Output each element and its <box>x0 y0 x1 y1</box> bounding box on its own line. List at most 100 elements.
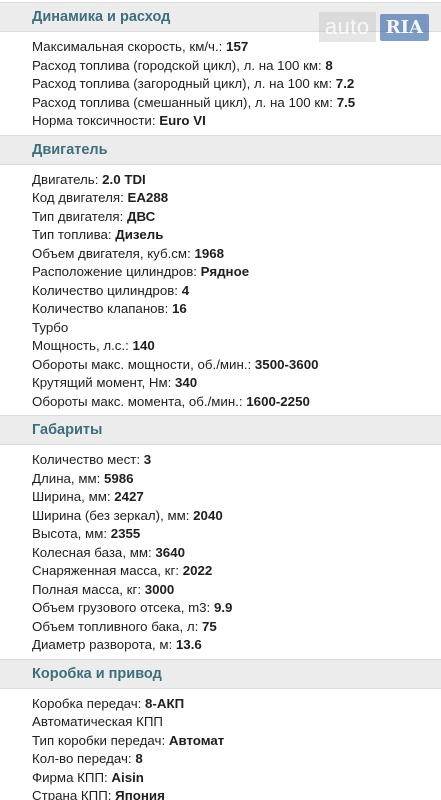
spec-row: Код двигателя: EA288 <box>0 189 441 208</box>
spec-row: Полная масса, кг: 3000 <box>0 581 441 600</box>
spec-value: 7.5 <box>336 94 356 110</box>
spec-row: Крутящий момент, Нм: 340 <box>0 374 441 393</box>
spec-value: 1968 <box>194 245 225 261</box>
spec-value: 2.0 TDI <box>102 171 146 187</box>
spec-row: Объем двигателя, куб.см: 1968 <box>0 245 441 264</box>
spec-label: Количество клапанов: <box>32 301 173 316</box>
spec-label: Диаметр разворота, м: <box>32 637 176 652</box>
spec-label: Автоматическая КПП <box>32 714 163 729</box>
spec-value: 8-АКП <box>145 695 185 711</box>
spec-row: Обороты макс. момента, об./мин.: 1600-22… <box>0 393 441 412</box>
spec-value: 9.9 <box>213 600 233 615</box>
spec-row: Страна КПП: Япония <box>0 787 441 800</box>
spec-row: Фирма КПП: Aisin <box>0 769 441 788</box>
spec-row: Расход топлива (загородный цикл), л. на … <box>0 75 441 94</box>
spec-row: Объем грузового отсека, m3: 9.9 <box>0 599 441 618</box>
spec-value: 8 <box>135 751 143 766</box>
spec-label: Двигатель: <box>32 171 103 187</box>
spec-row: Турбо <box>0 319 441 338</box>
autoria-watermark: auto RIA <box>318 12 429 42</box>
spec-value: 3640 <box>155 544 185 560</box>
spec-label: Код двигателя: <box>32 190 128 205</box>
spec-value: 340 <box>174 375 198 390</box>
spec-label: Крутящий момент, Нм: <box>32 375 175 390</box>
spec-row: Ширина (без зеркал), мм: 2040 <box>0 507 441 526</box>
spec-row: Количество цилиндров: 4 <box>0 282 441 301</box>
spec-row: Коробка передач: 8-АКП <box>0 695 441 714</box>
spec-row: Тип двигателя: ДВС <box>0 208 441 227</box>
spec-row: Тип топлива: Дизель <box>0 226 441 245</box>
spec-label: Расход топлива (городской цикл), л. на 1… <box>32 57 326 73</box>
spec-label: Коробка передач: <box>32 695 146 711</box>
spec-label: Расход топлива (смешанный цикл), л. на 1… <box>32 94 337 110</box>
spec-row: Количество мест: 3 <box>0 451 441 470</box>
spec-label: Ширина, мм: <box>32 489 115 504</box>
spec-row: Расход топлива (смешанный цикл), л. на 1… <box>0 94 441 113</box>
spec-row: Двигатель: 2.0 TDI <box>0 171 441 190</box>
spec-row: Снаряженная масса, кг: 2022 <box>0 562 441 581</box>
spec-value: 3500-3600 <box>254 356 319 372</box>
spec-value: Автомат <box>168 732 225 748</box>
spec-label: Длина, мм: <box>32 470 104 486</box>
spec-row: Колесная база, мм: 3640 <box>0 544 441 563</box>
spec-label: Объем двигателя, куб.см: <box>32 245 195 261</box>
section-title: Двигатель <box>32 141 108 158</box>
spec-label: Норма токсичности: <box>32 113 160 128</box>
spec-row: Кол-во передач: 8 <box>0 750 441 769</box>
spec-value: Aisin <box>111 769 144 785</box>
spec-label: Количество мест: <box>32 452 144 467</box>
spec-value: 3 <box>143 452 152 467</box>
spec-value: 157 <box>226 39 249 54</box>
spec-row: Количество клапанов: 16 <box>0 300 441 319</box>
spec-value: 2427 <box>114 489 144 504</box>
spec-section: Габариты Количество мест: 3 Длина, мм: 598… <box>0 415 441 659</box>
spec-label: Снаряженная масса, кг: <box>32 563 183 578</box>
spec-label: Колесная база, мм: <box>32 544 156 560</box>
section-header[interactable]: Габариты <box>0 415 441 445</box>
spec-label: Расположение цилиндров: <box>32 264 201 279</box>
section-header[interactable]: Двигатель <box>0 134 441 165</box>
spec-value: 8 <box>325 57 333 73</box>
spec-value: 3000 <box>144 581 175 597</box>
spec-label: Тип двигателя: <box>32 208 128 224</box>
spec-label: Максимальная скорость, км/ч.: <box>32 39 227 54</box>
spec-label: Объем топливного бака, л: <box>32 618 202 634</box>
spec-row: Мощность, л.с.: 140 <box>0 337 441 356</box>
spec-section: Двигатель Двигатель: 2.0 TDI Код двигателя… <box>0 134 441 416</box>
spec-row: Тип коробки передач: Автомат <box>0 732 441 751</box>
section-title: Коробка и привод <box>32 665 162 682</box>
section-title: Габариты <box>32 422 103 438</box>
spec-row: Длина, мм: 5986 <box>0 470 441 489</box>
section-title: Динамика и расход <box>32 9 171 25</box>
spec-value: 2355 <box>110 526 141 541</box>
spec-value: Япония <box>115 788 165 800</box>
spec-label: Кол-во передач: <box>32 751 136 766</box>
spec-value: 16 <box>172 301 187 316</box>
spec-value: 75 <box>201 618 217 634</box>
spec-label: Турбо <box>32 319 69 335</box>
spec-value: 1600-2250 <box>246 393 310 409</box>
spec-label: Тип топлива: <box>32 227 116 242</box>
spec-label: Объем грузового отсека, m3: <box>32 600 214 615</box>
spec-row: Расположение цилиндров: Рядное <box>0 263 441 282</box>
spec-label: Мощность, л.с.: <box>32 338 133 353</box>
spec-label: Полная масса, кг: <box>32 581 145 597</box>
spec-value: 7.2 <box>335 76 355 91</box>
spec-label: Ширина (без зеркал), мм: <box>32 507 194 523</box>
spec-label: Страна КПП: <box>32 788 116 800</box>
watermark-auto-text: auto <box>318 12 376 42</box>
spec-value: Дизель <box>115 227 164 242</box>
spec-value: EA288 <box>127 190 169 205</box>
spec-value: 5986 <box>104 470 134 486</box>
spec-value: 4 <box>181 282 190 298</box>
spec-row: Высота, мм: 2355 <box>0 525 441 544</box>
watermark-ria-text: RIA <box>379 13 429 41</box>
spec-value: 2040 <box>193 507 223 523</box>
spec-label: Тип коробки передач: <box>32 732 169 748</box>
spec-list: Динамика и расход Максимальная скорость, … <box>0 0 441 800</box>
spec-label: Количество цилиндров: <box>32 282 182 298</box>
spec-row: Обороты макс. мощности, об./мин.: 3500-3… <box>0 356 441 375</box>
spec-row: Объем топливного бака, л: 75 <box>0 618 441 637</box>
section-header[interactable]: Коробка и привод <box>0 658 441 689</box>
spec-value: Euro VI <box>159 113 206 128</box>
